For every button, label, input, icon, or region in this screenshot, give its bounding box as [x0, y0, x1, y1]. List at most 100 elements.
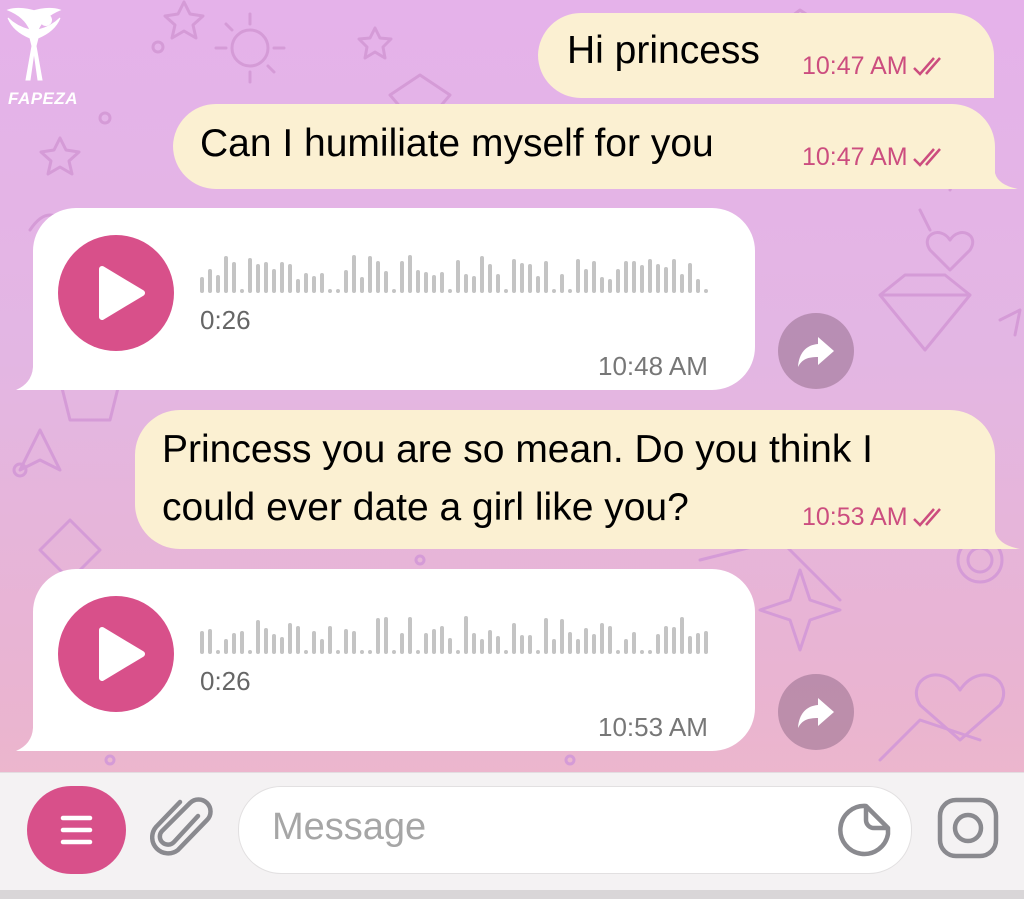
- waveform-bar: [488, 264, 492, 293]
- message-time: 10:48 AM: [598, 351, 708, 381]
- waveform-bar: [272, 634, 276, 654]
- waveform-bar: [560, 619, 564, 654]
- waveform-bar: [640, 650, 644, 654]
- waveform-bar: [272, 269, 276, 293]
- waveform[interactable]: [200, 253, 720, 295]
- waveform-bar: [296, 626, 300, 654]
- waveform-bar: [616, 650, 620, 654]
- waveform-bar: [264, 262, 268, 293]
- waveform-bar: [232, 262, 236, 293]
- waveform-bar: [664, 267, 668, 293]
- waveform-bar: [480, 256, 484, 293]
- waveform-bar: [512, 623, 516, 654]
- waveform-bar: [584, 628, 588, 654]
- waveform-bar: [216, 650, 220, 654]
- message-text-line: could ever date a girl like you?: [162, 486, 689, 529]
- waveform-bar: [264, 628, 268, 654]
- waveform[interactable]: [200, 614, 720, 656]
- message-time: 10:47 AM: [802, 143, 908, 171]
- waveform-bar: [464, 616, 468, 654]
- waveform-bar: [456, 650, 460, 654]
- message-meta: 10:47 AM: [802, 143, 946, 172]
- forward-button[interactable]: [778, 674, 854, 750]
- waveform-bar: [632, 632, 636, 654]
- voice-message-incoming[interactable]: 0:26 10:53 AM: [14, 568, 756, 752]
- waveform-bar: [576, 259, 580, 293]
- message-outgoing[interactable]: Hi princess 10:47 AM: [537, 12, 995, 98]
- waveform-bar: [544, 261, 548, 293]
- waveform-bar: [328, 626, 332, 654]
- waveform-bar: [200, 277, 204, 293]
- waveform-bar: [616, 269, 620, 293]
- waveform-bar: [240, 289, 244, 293]
- waveform-bar: [368, 256, 372, 293]
- waveform-bar: [344, 270, 348, 293]
- play-button[interactable]: [58, 235, 174, 351]
- waveform-bar: [456, 260, 460, 293]
- waveform-bar: [672, 627, 676, 654]
- waveform-bar: [224, 639, 228, 654]
- message-outgoing[interactable]: Princess you are so mean. Do you think I…: [134, 409, 1022, 549]
- waveform-bar: [704, 289, 708, 293]
- waveform-bar: [576, 639, 580, 654]
- waveform-bar: [288, 623, 292, 654]
- sticker-icon[interactable]: [836, 800, 896, 860]
- menu-icon: [60, 815, 93, 845]
- waveform-bar: [656, 264, 660, 293]
- waveform-bar: [520, 263, 524, 293]
- waveform-bar: [656, 634, 660, 654]
- message-meta: 10:47 AM: [802, 52, 946, 81]
- waveform-bar: [672, 259, 676, 293]
- message-text: Can I humiliate myself for you: [200, 122, 714, 165]
- waveform-bar: [304, 273, 308, 293]
- waveform-bar: [256, 620, 260, 654]
- waveform-bar: [696, 279, 700, 293]
- waveform-bar: [680, 617, 684, 654]
- play-button[interactable]: [58, 596, 174, 712]
- message-outgoing[interactable]: Can I humiliate myself for you 10:47 AM: [172, 103, 1022, 189]
- waveform-bar: [408, 255, 412, 293]
- waveform-bar: [544, 618, 548, 654]
- camera-icon[interactable]: [936, 796, 1000, 860]
- waveform-bar: [504, 650, 508, 654]
- menu-button[interactable]: [27, 786, 126, 874]
- waveform-bar: [640, 265, 644, 293]
- waveform-bar: [232, 633, 236, 654]
- message-time: 10:47 AM: [802, 52, 908, 80]
- message-time: 10:53 AM: [598, 712, 708, 742]
- waveform-bar: [216, 275, 220, 293]
- waveform-bar: [392, 289, 396, 293]
- waveform-bar: [352, 255, 356, 293]
- message-text: Hi princess: [567, 29, 760, 72]
- waveform-bar: [472, 276, 476, 293]
- waveform-bar: [464, 274, 468, 293]
- waveform-bar: [600, 277, 604, 293]
- waveform-bar: [224, 256, 228, 293]
- waveform-bar: [584, 269, 588, 293]
- waveform-bar: [448, 289, 452, 293]
- waveform-bar: [496, 274, 500, 293]
- waveform-bar: [288, 264, 292, 293]
- waveform-bar: [200, 631, 204, 654]
- waveform-bar: [480, 639, 484, 654]
- waveform-bar: [424, 633, 428, 654]
- waveform-bar: [448, 638, 452, 654]
- waveform-bar: [320, 639, 324, 654]
- forward-button[interactable]: [778, 313, 854, 389]
- waveform-bar: [400, 633, 404, 654]
- waveform-bar: [240, 631, 244, 654]
- voice-message-incoming[interactable]: 0:26 10:48 AM: [14, 207, 756, 391]
- waveform-bar: [360, 650, 364, 654]
- waveform-bar: [568, 632, 572, 654]
- waveform-bar: [440, 626, 444, 654]
- paperclip-icon[interactable]: [150, 794, 220, 864]
- message-placeholder: Message: [272, 806, 427, 848]
- waveform-bar: [408, 617, 412, 654]
- waveform-bar: [688, 636, 692, 654]
- waveform-bar: [568, 289, 572, 293]
- waveform-bar: [328, 289, 332, 293]
- home-indicator-bar: [0, 890, 1024, 899]
- waveform-bar: [704, 631, 708, 654]
- waveform-bar: [256, 264, 260, 293]
- waveform-bar: [648, 259, 652, 293]
